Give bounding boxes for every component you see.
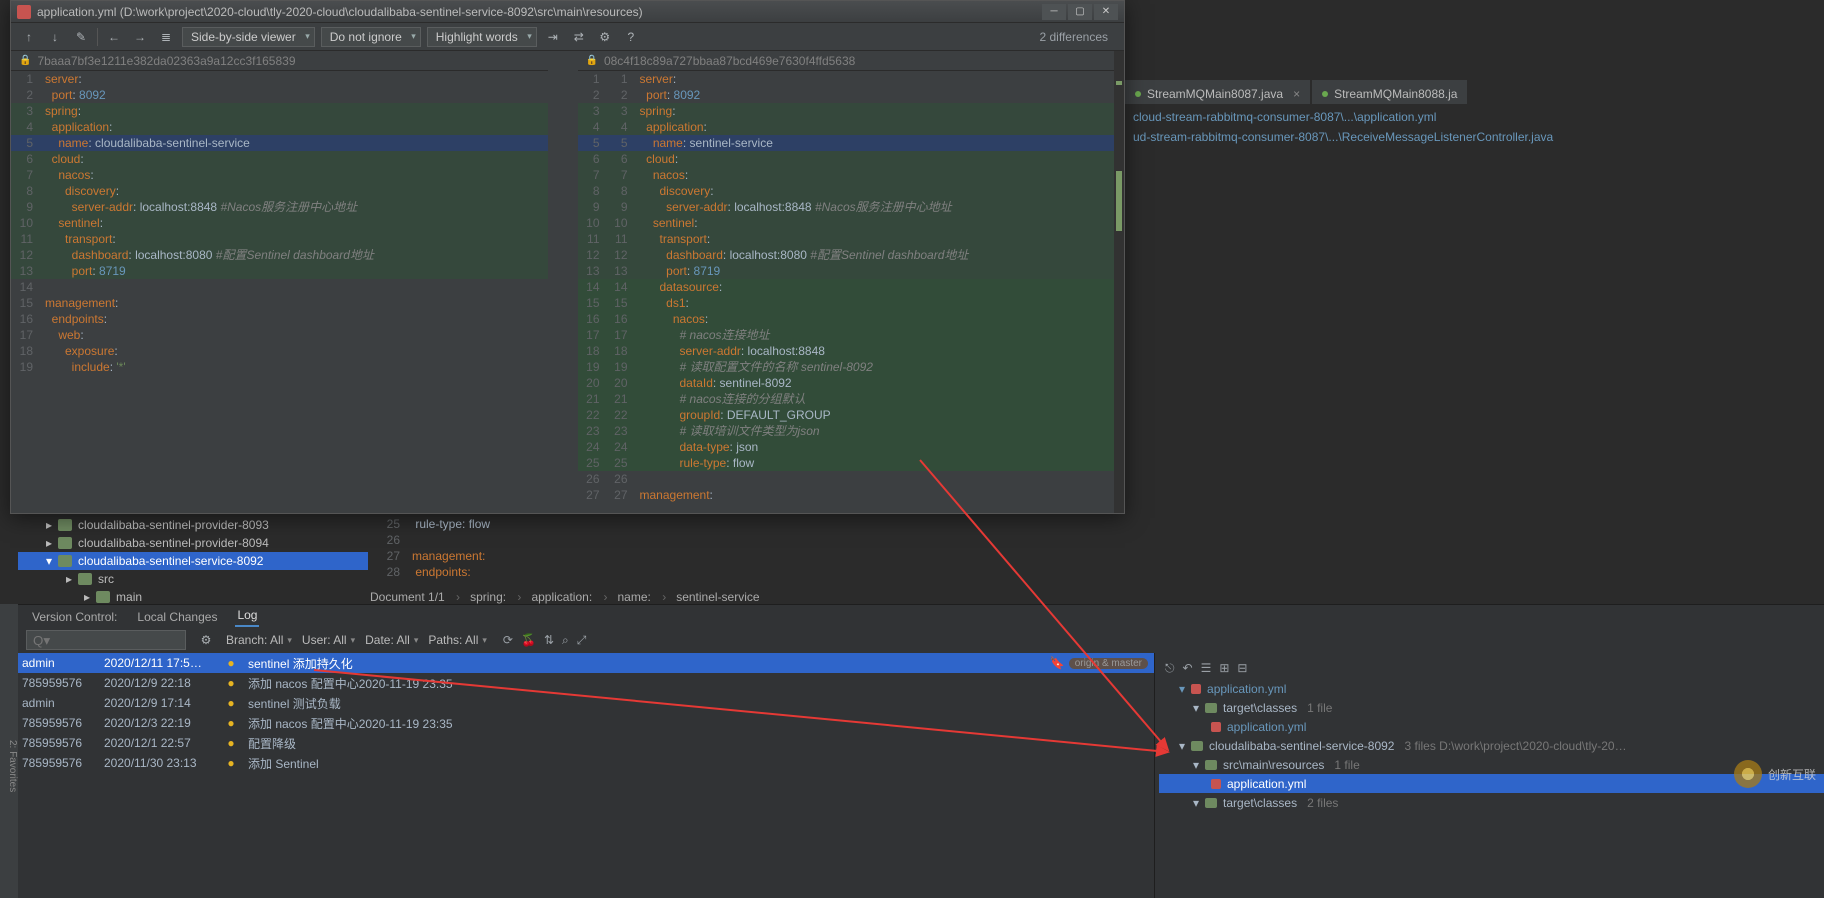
commit-row[interactable]: 7859595762020/12/9 22:18●添加 nacos 配置中心20… xyxy=(0,673,1154,693)
changed-file-node[interactable]: ▾src\main\resources1 file xyxy=(1159,755,1824,774)
maximize-button[interactable]: ▢ xyxy=(1068,4,1092,20)
sync-scroll-icon[interactable]: ⇄ xyxy=(569,27,589,47)
breadcrumb-item[interactable]: sentinel-service xyxy=(676,590,767,604)
expand-all-icon[interactable]: ⊞ xyxy=(1219,661,1229,675)
ignore-combo[interactable]: Do not ignore xyxy=(321,27,421,47)
tree-root[interactable]: ▾ application.yml xyxy=(1159,679,1824,698)
breadcrumb-item[interactable]: name: xyxy=(618,590,667,604)
editor-tab[interactable]: StreamMQMain8088.ja xyxy=(1312,80,1467,104)
edit-icon[interactable]: ✎ xyxy=(71,27,91,47)
lock-icon: 🔒 xyxy=(19,55,31,66)
next-diff-icon[interactable]: ↓ xyxy=(45,27,65,47)
tab-local-changes[interactable]: Local Changes xyxy=(135,607,219,627)
yml-icon xyxy=(1191,684,1201,694)
changed-file-node[interactable]: ▾target\classes2 files xyxy=(1159,793,1824,812)
filter-date[interactable]: Date: All xyxy=(365,633,418,647)
vcs-tabbar: Version Control: Local Changes Log xyxy=(0,605,1824,627)
nav-bar-crumbs-2: ud-stream-rabbitmq-consumer-8087\...\Rec… xyxy=(1125,126,1824,148)
file-type-icon xyxy=(1135,91,1141,97)
breadcrumb-item[interactable]: Document 1/1 xyxy=(370,590,460,604)
gear-icon[interactable]: ⚙ xyxy=(196,630,216,650)
watermark-text: 创新互联 xyxy=(1768,766,1816,783)
vcs-label: Version Control: xyxy=(30,607,119,627)
crumb[interactable]: ud-stream-rabbitmq-consumer-8087\...\Rec… xyxy=(1133,130,1553,144)
refresh-icon[interactable]: ⟳ xyxy=(503,633,513,648)
editor-behind[interactable]: 25 rule-type: flow2627management:28 endp… xyxy=(370,516,1130,594)
cherry-pick-icon[interactable]: 🍒 xyxy=(521,633,536,648)
file-icon xyxy=(17,5,31,19)
commit-row[interactable]: admin2020/12/11 17:5…●sentinel 添加持久化🔖 or… xyxy=(0,653,1154,673)
crumb[interactable]: cloud-stream-rabbitmq-consumer-8087\...\… xyxy=(1133,110,1436,124)
changed-file-node[interactable]: application.yml xyxy=(1159,774,1824,793)
intellisort-icon[interactable]: ⇅ xyxy=(544,633,554,648)
collapse-icon[interactable]: ⇥ xyxy=(543,27,563,47)
vcs-toolwindow: Version Control: Local Changes Log ⚙ Bra… xyxy=(0,604,1824,898)
revert-icon[interactable]: ↶ xyxy=(1183,661,1193,675)
filter-paths[interactable]: Paths: All xyxy=(428,633,487,647)
nav-bar-crumbs: cloud-stream-rabbitmq-consumer-8087\...\… xyxy=(1125,106,1824,128)
diff-overview-ruler[interactable] xyxy=(1114,51,1124,513)
diff-toolbar: ↑ ↓ ✎ ← → ≣ Side-by-side viewer Do not i… xyxy=(11,23,1124,51)
group-icon[interactable]: ☰ xyxy=(1201,661,1212,675)
changed-file-node[interactable]: ▾cloudalibaba-sentinel-service-80923 fil… xyxy=(1159,736,1824,755)
filter-user[interactable]: User: All xyxy=(302,633,355,647)
commit-row[interactable]: 7859595762020/11/30 23:13●添加 Sentinel xyxy=(0,753,1154,773)
show-diff-icon[interactable]: ⎋ xyxy=(1165,661,1175,676)
expand-icon[interactable]: ⤢ xyxy=(577,633,587,648)
diff-count-label: 2 differences xyxy=(1040,30,1117,44)
commit-row[interactable]: admin2020/12/9 17:14●sentinel 测试负载 xyxy=(0,693,1154,713)
filter-branch[interactable]: Branch: All xyxy=(226,633,292,647)
changed-file-node[interactable]: ▾target\classes1 file xyxy=(1159,698,1824,717)
close-button[interactable]: ✕ xyxy=(1094,4,1118,20)
dialog-titlebar[interactable]: application.yml (D:\work\project\2020-cl… xyxy=(11,1,1124,23)
editor-tab[interactable]: StreamMQMain8087.java × xyxy=(1125,80,1310,104)
breadcrumb-item[interactable]: spring: xyxy=(470,590,521,604)
diff-left-pane[interactable]: 🔒 7baaa7bf3e1211e382da02363a9a12cc3f16583… xyxy=(11,51,548,513)
minimize-button[interactable]: ─ xyxy=(1042,4,1066,20)
project-tree-item[interactable]: ▸cloudalibaba-sentinel-provider-8094 xyxy=(18,534,368,552)
diff-divider[interactable] xyxy=(548,51,578,513)
project-tree[interactable]: ▸cloudalibaba-sentinel-provider-8093▸clo… xyxy=(18,516,368,596)
changed-file-node[interactable]: application.yml xyxy=(1159,717,1824,736)
tab-label: StreamMQMain8087.java xyxy=(1147,87,1283,101)
tab-label: StreamMQMain8088.ja xyxy=(1334,87,1457,101)
changes-toolbar: ⎋ ↶ ☰ ⊞ ⊟ xyxy=(1159,657,1824,679)
changed-files-panel: ⎋ ↶ ☰ ⊞ ⊟ ▾ application.yml ▾target\clas… xyxy=(1154,653,1824,898)
commit-row[interactable]: 7859595762020/12/3 22:19●添加 nacos 配置中心20… xyxy=(0,713,1154,733)
toolwindow-stripe[interactable]: 2: Favorites xyxy=(0,604,18,898)
diff-dialog: application.yml (D:\work\project\2020-cl… xyxy=(10,0,1125,514)
settings-icon[interactable]: ⚙ xyxy=(595,27,615,47)
watermark: 创新互联 xyxy=(1734,760,1816,788)
collapse-all-icon[interactable]: ⊟ xyxy=(1237,661,1247,675)
vcs-filter-bar: ⚙ Branch: All User: All Date: All Paths:… xyxy=(0,627,1824,653)
diff-right-pane[interactable]: 🔒 08c4f18c89a727bbaa87bcd469e7630f4ffd563… xyxy=(578,51,1115,513)
commit-row[interactable]: 7859595762020/12/1 22:57●配置降级 xyxy=(0,733,1154,753)
close-icon[interactable]: × xyxy=(1293,87,1300,101)
editor-tabs: StreamMQMain8087.java × StreamMQMain8088.… xyxy=(1125,80,1824,104)
go-to-hash-icon[interactable]: ⌕ xyxy=(562,633,569,648)
file-type-icon xyxy=(1322,91,1328,97)
project-tree-item[interactable]: ▸cloudalibaba-sentinel-provider-8093 xyxy=(18,516,368,534)
prev-diff-icon[interactable]: ↑ xyxy=(19,27,39,47)
log-search-input[interactable] xyxy=(26,630,186,650)
highlight-combo[interactable]: Highlight words xyxy=(427,27,537,47)
lock-icon: 🔒 xyxy=(586,55,598,66)
editor-breadcrumb[interactable]: Document 1/1 spring: application: name: sent… xyxy=(370,590,768,604)
viewer-mode-combo[interactable]: Side-by-side viewer xyxy=(182,27,315,47)
commit-list[interactable]: admin2020/12/11 17:5…●sentinel 添加持久化🔖 or… xyxy=(0,653,1154,898)
project-tree-item[interactable]: ▾cloudalibaba-sentinel-service-8092 xyxy=(18,552,368,570)
left-revision-hash: 7baaa7bf3e1211e382da02363a9a12cc3f165839 xyxy=(37,54,295,68)
node-label: application.yml xyxy=(1207,682,1286,696)
tab-log[interactable]: Log xyxy=(235,605,259,627)
dialog-title: application.yml (D:\work\project\2020-cl… xyxy=(37,5,643,19)
breadcrumb-item[interactable]: application: xyxy=(531,590,607,604)
project-tree-item[interactable]: ▸src xyxy=(18,570,368,588)
help-icon[interactable]: ? xyxy=(621,27,641,47)
right-revision-hash: 08c4f18c89a727bbaa87bcd469e7630f4ffd5638 xyxy=(604,54,855,68)
list-icon[interactable]: ≣ xyxy=(156,27,176,47)
back-icon[interactable]: ← xyxy=(104,27,124,47)
forward-icon[interactable]: → xyxy=(130,27,150,47)
changed-files-tree[interactable]: ▾ application.yml ▾target\classes1 filea… xyxy=(1159,679,1824,812)
watermark-logo-icon xyxy=(1734,760,1762,788)
